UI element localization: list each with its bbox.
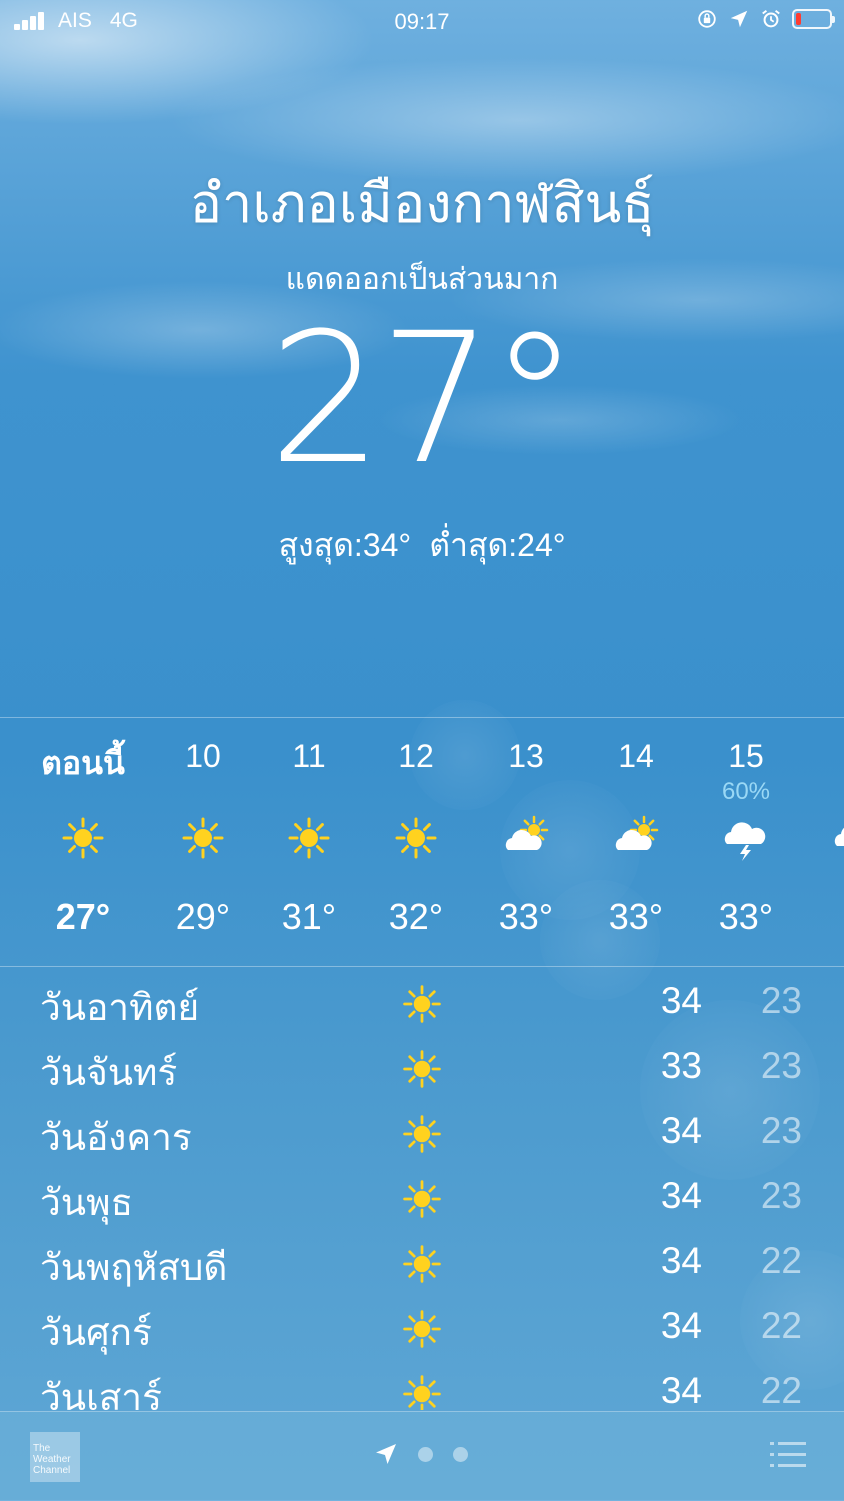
page-indicator[interactable] [374,1442,468,1466]
hour-temperature: 3 [801,896,844,938]
sun-icon [285,814,333,862]
day-high: 34 [660,1175,702,1216]
daily-row: วันเสาร์ 34 22 [0,1360,844,1410]
day-name: วันพฤหัสบดี [40,1247,228,1288]
high-temp: สูงสุด:34° [278,527,412,563]
daily-row: วันศุกร์ 34 22 [0,1295,844,1360]
day-name: วันศุกร์ [40,1312,152,1353]
status-icons [696,8,835,30]
hour-label: 10 [185,738,221,774]
location-arrow-icon [376,1444,396,1464]
day-low: 22 [760,1370,802,1410]
battery-level [796,13,801,25]
hourly-item: ตอนนี้ 27° [28,718,138,966]
hourly-item: 12 32° [361,718,471,966]
hourly-item: 10 29° [148,718,258,966]
day-name: วันอาทิตย์ [40,987,200,1028]
daily-row: วันอาทิตย์ 34 23 [0,970,844,1035]
hour-temperature: 33° [498,896,554,937]
sun-icon [400,1307,444,1351]
hour-label: 15 [728,738,764,774]
weather-channel-logo[interactable]: The Weather Channel [30,1432,80,1482]
hour-label: 12 [398,738,434,774]
day-low: 22 [760,1305,802,1346]
precipitation-chance: 60% [721,778,771,805]
hour-temperature: 27° [55,896,111,937]
day-high: 33 [660,1045,702,1086]
day-high: 34 [660,1110,702,1151]
day-low: 23 [760,1110,802,1151]
bottom-toolbar: The Weather Channel [0,1411,844,1501]
day-high: 34 [660,1370,702,1410]
partly-cloudy-icon [612,814,660,862]
hour-label: 13 [508,738,544,774]
alarm-icon [762,9,780,28]
location-title: อำเภอเมืองกาฬสินธุ์ [189,174,655,234]
hour-temperature: 32° [388,896,444,937]
hourly-item: 1 5 3 [801,718,844,966]
precipitation-chance: 5 [801,778,844,806]
hour-label: 1 [801,738,844,775]
hour-temperature: 33° [608,896,664,937]
day-name: วันเสาร์ [40,1377,162,1410]
sun-icon [400,1177,444,1221]
hour-label: 11 [292,738,326,774]
hourly-item: 13 33° [471,718,581,966]
cloud-icon [832,814,844,862]
hourly-item: 11 31° [254,718,364,966]
sun-icon [400,1242,444,1286]
location-arrow-icon [730,10,748,28]
sun-icon [392,814,440,862]
sun-icon [179,814,227,862]
daily-row: วันจันทร์ 33 23 [0,1035,844,1100]
status-bar: AIS 4G 09:17 [0,0,844,44]
day-name: วันจันทร์ [40,1052,178,1093]
hour-temperature: 29° [175,896,231,937]
page-dot-icon[interactable] [453,1446,468,1462]
day-low: 23 [760,1175,802,1216]
sun-icon [400,1372,444,1410]
hour-temperature: 31° [281,896,337,937]
battery-icon [792,9,835,29]
hourly-forecast[interactable]: ตอนนี้ 27° 10 29° 11 31° 12 32° 13 33° 1… [0,717,844,967]
page-dot-icon[interactable] [418,1446,433,1462]
orientation-lock-icon [698,10,716,28]
daily-row: วันพฤหัสบดี 34 22 [0,1230,844,1295]
partly-cloudy-icon [502,814,550,862]
hour-temperature: 33° [718,896,774,937]
day-high: 34 [660,1240,702,1281]
sun-icon [400,1112,444,1156]
sun-icon [400,1047,444,1091]
day-name: วันพุธ [40,1182,134,1223]
day-name: วันอังคาร [40,1117,192,1158]
daily-row: วันอังคาร 34 23 [0,1100,844,1165]
daily-row: วันพุธ 34 23 [0,1165,844,1230]
day-high: 34 [660,1305,702,1346]
day-low: 22 [760,1240,802,1281]
high-low-temps: สูงสุด:34° ต่ำสุด:24° [0,520,844,571]
thunderstorm-icon [722,814,770,862]
sun-icon [400,982,444,1026]
daily-forecast[interactable]: วันอาทิตย์ 34 23 วันจันทร์ 33 23 วันอังค… [0,970,844,1410]
hour-label: ตอนนี้ [41,745,125,781]
list-icon[interactable] [770,1440,806,1470]
hourly-item: 14 33° [581,718,691,966]
day-high: 34 [660,980,702,1021]
low-temp: ต่ำสุด:24° [429,527,566,563]
current-temperature: 27° [268,295,579,504]
hour-label: 14 [618,738,654,774]
day-low: 23 [760,1045,802,1086]
sun-icon [59,814,107,862]
day-low: 23 [760,980,802,1021]
hourly-item: 15 60% 33° [691,718,801,966]
